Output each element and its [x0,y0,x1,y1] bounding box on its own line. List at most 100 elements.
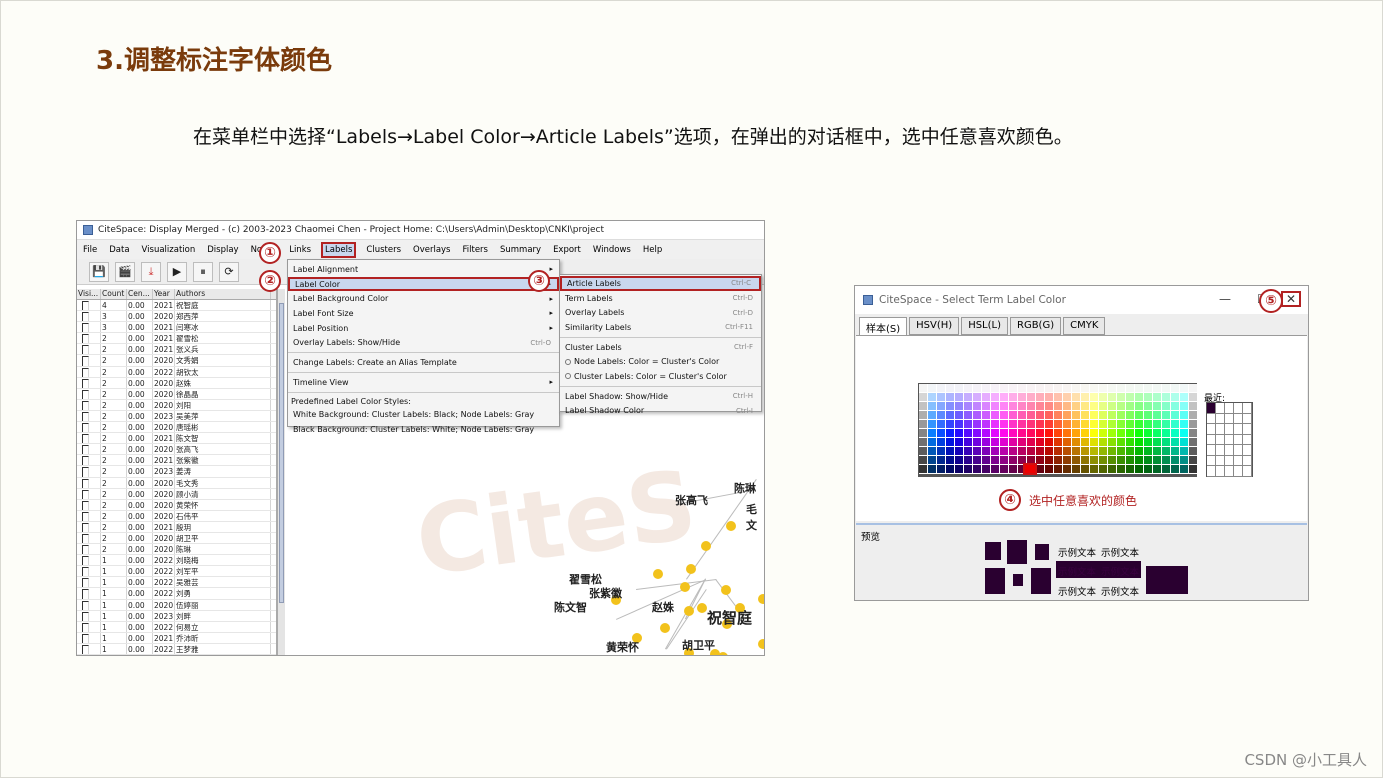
recent-swatch[interactable] [1207,466,1216,477]
visible-checkbox-cell[interactable] [77,399,101,410]
color-swatch[interactable] [964,420,973,429]
color-swatch[interactable] [1063,411,1072,420]
color-swatch[interactable] [928,438,937,447]
menu-item-term-labels[interactable]: Term Labels Ctrl-D [560,291,761,306]
visible-checkbox-cell[interactable] [77,499,101,510]
color-swatch[interactable] [1072,447,1081,456]
color-swatch[interactable] [991,393,1000,402]
color-swatch[interactable] [1117,411,1126,420]
network-node[interactable] [718,652,728,655]
table-row[interactable]: 2 0.00 2023 姜涛 [77,466,276,478]
visible-checkbox[interactable] [82,556,89,566]
visible-checkbox[interactable] [82,334,89,344]
color-swatch[interactable] [1009,438,1018,447]
visible-checkbox-cell[interactable] [77,532,101,544]
table-row[interactable]: 1 0.00 2022 何易立 [77,621,276,633]
color-swatch[interactable] [1180,393,1189,402]
color-swatch[interactable] [1036,465,1045,474]
color-swatch[interactable] [1027,438,1036,447]
visible-checkbox[interactable] [82,434,89,444]
color-swatch[interactable] [1162,384,1171,393]
visible-checkbox-cell[interactable] [77,488,101,499]
visible-checkbox[interactable] [82,323,89,333]
color-swatch[interactable] [1126,465,1135,474]
color-swatch[interactable] [1108,456,1117,465]
color-swatch[interactable] [1171,429,1180,438]
color-swatch[interactable] [973,384,982,393]
color-swatch[interactable] [1009,465,1018,474]
color-swatch[interactable] [1108,438,1117,447]
color-swatch[interactable] [973,456,982,465]
table-row[interactable]: 2 0.00 2020 毛文秀 [77,477,276,489]
table-row[interactable]: 1 0.00 2022 王梦雅 [77,643,276,655]
color-swatch[interactable] [1018,438,1027,447]
color-swatch[interactable] [1135,393,1144,402]
color-swatch[interactable] [982,411,991,420]
color-swatch[interactable] [1108,429,1117,438]
color-swatch[interactable] [1180,438,1189,447]
color-swatch[interactable] [1144,465,1153,474]
color-swatch[interactable] [1144,456,1153,465]
color-swatch[interactable] [1171,438,1180,447]
color-swatch[interactable] [1162,447,1171,456]
visible-checkbox[interactable] [82,545,89,555]
color-swatch[interactable] [1036,420,1045,429]
color-swatch[interactable] [1189,438,1198,447]
network-node[interactable] [684,606,694,616]
color-swatch[interactable] [973,393,982,402]
color-swatch[interactable] [1153,384,1162,393]
menu-item-overlay-labels[interactable]: Overlay Labels Ctrl-D [560,305,761,320]
color-swatch[interactable] [1099,465,1108,474]
color-swatch[interactable] [928,420,937,429]
color-swatch[interactable] [1036,411,1045,420]
color-swatch[interactable] [1054,447,1063,456]
color-swatch[interactable] [1090,420,1099,429]
color-swatch[interactable] [1063,420,1072,429]
table-row[interactable]: 1 0.00 2022 刘晓梅 [77,555,276,567]
menu-item-similarity-labels[interactable]: Similarity Labels Ctrl-F11 [560,320,761,335]
visible-checkbox[interactable] [82,589,89,599]
color-swatch[interactable] [1135,411,1144,420]
color-swatch[interactable] [1072,438,1081,447]
table-scrollbar[interactable] [277,289,285,655]
color-swatch[interactable] [1072,393,1081,402]
color-swatch[interactable] [919,429,928,438]
color-swatch[interactable] [982,438,991,447]
color-swatch[interactable] [1090,411,1099,420]
color-swatch[interactable] [1090,465,1099,474]
color-swatch[interactable] [1045,420,1054,429]
visible-checkbox-cell[interactable] [77,344,101,355]
menu-windows[interactable]: Windows [591,244,633,256]
color-swatch[interactable] [1027,411,1036,420]
visible-checkbox-cell[interactable] [77,577,101,588]
color-swatch[interactable] [1036,393,1045,402]
visible-checkbox[interactable] [82,511,89,521]
color-swatch[interactable] [1009,447,1018,456]
visible-checkbox-cell[interactable] [77,544,101,555]
color-swatch[interactable] [1117,438,1126,447]
color-swatch[interactable] [1189,393,1198,402]
recent-swatch[interactable] [1225,445,1234,456]
clapper-icon[interactable]: 🎬 [115,261,135,282]
color-swatch[interactable] [1162,393,1171,402]
visible-checkbox[interactable] [82,600,89,610]
visible-checkbox-cell[interactable] [77,455,101,466]
color-swatch[interactable] [1090,384,1099,393]
color-swatch[interactable] [1180,447,1189,456]
color-swatch[interactable] [1009,456,1018,465]
color-swatch[interactable] [1072,465,1081,474]
table-row[interactable]: 1 0.00 2021 乔沛昕 [77,632,276,644]
color-swatch[interactable] [1171,447,1180,456]
table-row[interactable]: 1 0.00 2022 刘军平 [77,566,276,578]
recent-swatch[interactable] [1216,434,1225,445]
color-swatch[interactable] [946,447,955,456]
table-row[interactable]: 2 0.00 2020 唐瑶彬 [77,422,276,434]
color-swatch[interactable] [937,456,946,465]
pdf-icon[interactable]: ⤓ [141,261,161,282]
color-swatch[interactable] [937,384,946,393]
color-swatch[interactable] [937,402,946,411]
color-swatch[interactable] [1153,438,1162,447]
color-swatch[interactable] [1180,465,1189,474]
color-swatch[interactable] [991,438,1000,447]
color-swatch[interactable] [1072,429,1081,438]
